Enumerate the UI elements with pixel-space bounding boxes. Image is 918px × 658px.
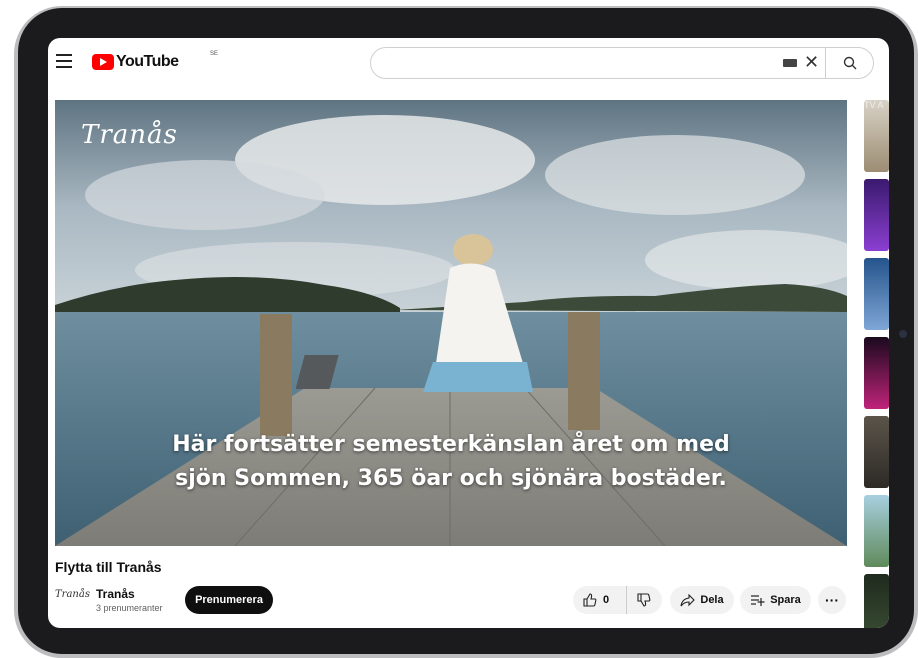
brand-watermark: Tranås [81,120,178,150]
dislike-button[interactable] [627,593,662,607]
like-dislike-group: 0 [573,586,662,614]
more-icon: ··· [825,592,839,608]
related-thumb[interactable] [864,416,889,488]
video-player[interactable]: Tranås Här fortsätter semesterkänslan år… [55,100,847,546]
more-button[interactable]: ··· [818,586,846,614]
youtube-logo[interactable]: YouTube SE [92,51,218,72]
top-bar: YouTube SE ✕ [48,38,889,86]
save-playlist-icon [751,595,765,606]
related-thumb[interactable] [864,495,889,567]
search-icon [843,56,857,70]
video-caption: Här fortsätter semesterkänslan året om m… [55,428,847,496]
save-button[interactable]: Spara [740,586,811,614]
thumbs-up-icon [583,593,597,607]
channel-name[interactable]: Tranås [96,587,135,601]
side-rail-label: TV A [864,100,884,110]
related-thumb[interactable] [864,100,889,172]
related-thumb[interactable] [864,337,889,409]
thumbs-down-icon [637,593,651,607]
related-videos-rail [864,100,889,628]
subscriber-count: 3 prenumeranter [96,603,163,613]
caption-line-1: Här fortsätter semesterkänslan året om m… [172,432,730,457]
share-label: Dela [700,594,724,606]
save-label: Spara [770,594,801,606]
related-thumb[interactable] [864,179,889,251]
menu-icon[interactable] [56,54,72,68]
video-title: Flytta till Tranås [55,559,162,575]
youtube-play-icon [92,54,114,70]
logo-text: YouTube [116,53,179,70]
keyboard-icon[interactable] [783,59,797,67]
like-button[interactable]: 0 [573,586,627,614]
channel-avatar[interactable]: Tranås [55,589,90,607]
country-code: SE [210,51,219,57]
search-button[interactable] [825,48,874,78]
search-box[interactable]: ✕ [370,47,874,79]
caption-line-2: sjön Sommen, 365 öar och sjönära bostäde… [175,466,727,491]
related-thumb[interactable] [864,574,889,628]
share-button[interactable]: Dela [670,586,734,614]
subscribe-button[interactable]: Prenumerera [185,586,273,614]
related-thumb[interactable] [864,258,889,330]
like-count: 0 [603,594,610,606]
clear-icon[interactable]: ✕ [804,53,819,71]
camera-dot [899,330,907,338]
share-icon [680,593,696,606]
screen: YouTube SE ✕ Tranås Här fortsätter semes… [48,38,889,628]
